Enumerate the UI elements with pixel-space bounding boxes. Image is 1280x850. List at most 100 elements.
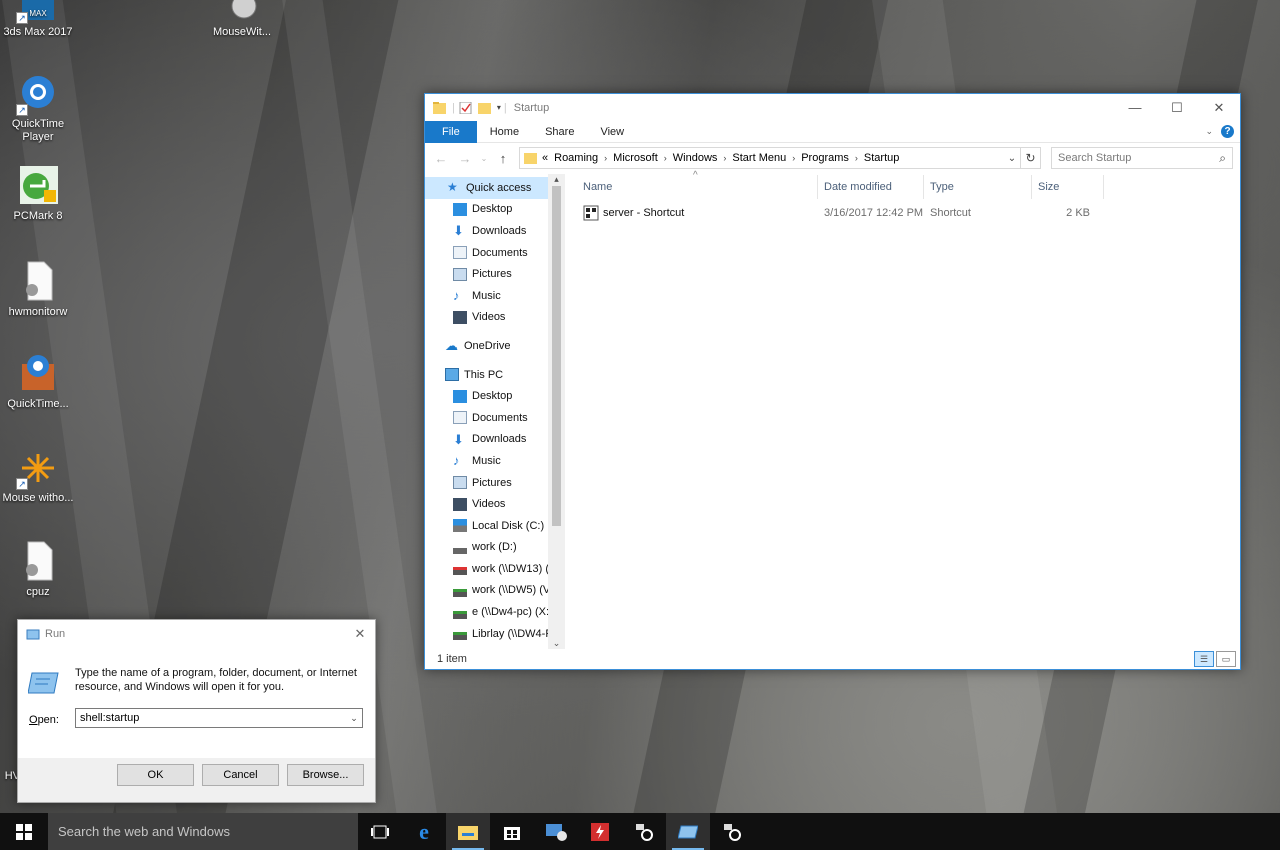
breadcrumb-startup[interactable]: Startup [864, 152, 899, 164]
forward-icon[interactable]: → [455, 151, 475, 166]
desktop-icon-hwmonitor[interactable]: hwmonitorw [0, 260, 76, 319]
nav-quick-documents[interactable]: Documents 📌︎ [425, 242, 565, 264]
close-button[interactable]: ✕ [1198, 94, 1240, 121]
nav-pc-downloads[interactable]: ⬇ Downloads [425, 429, 565, 451]
nav-quick-music[interactable]: ♪ Music [425, 285, 565, 307]
nav-pc-music[interactable]: ♪ Music [425, 450, 565, 472]
nav-quick-pictures[interactable]: Pictures 📌︎ [425, 263, 565, 285]
nav-this-pc[interactable]: This PC [425, 364, 565, 386]
nav-pc-desktop[interactable]: Desktop [425, 385, 565, 407]
chevron-right-icon[interactable]: › [664, 153, 667, 163]
nav-pc-videos[interactable]: Videos [425, 493, 565, 515]
scroll-up-icon[interactable]: ▴ [548, 174, 565, 185]
chevron-right-icon[interactable]: › [604, 153, 607, 163]
back-icon[interactable]: ← [431, 151, 451, 166]
breadcrumb-microsoft[interactable]: Microsoft [613, 152, 658, 164]
column-name[interactable]: Name [565, 175, 818, 199]
nav-onedrive[interactable]: ☁ OneDrive [425, 335, 565, 357]
browse-button[interactable]: Browse... [287, 764, 364, 786]
explorer-window[interactable]: | ▾ | Startup — ☐ ✕ File Home Share View… [424, 93, 1241, 670]
new-folder-icon[interactable] [477, 102, 491, 114]
desktop-icon-3dsmax[interactable]: MAX ↗ 3ds Max 2017 [0, 0, 76, 39]
taskbar-file-explorer[interactable] [446, 813, 490, 850]
desktop-icon-quicktime-installer[interactable]: QuickTime... [0, 352, 76, 411]
title-bar[interactable]: | ▾ | Startup — ☐ ✕ [425, 94, 1240, 121]
nav-work-d[interactable]: work (D:) [425, 537, 565, 559]
taskbar-search-input[interactable]: Search the web and Windows [48, 813, 358, 850]
expand-ribbon-icon[interactable]: ⌄ [1205, 126, 1213, 137]
open-input[interactable]: shell:startup ⌄ [75, 708, 363, 728]
recent-locations-icon[interactable]: ⌄ [479, 154, 489, 163]
run-dialog[interactable]: Run ✕ Type the name of a program, folder… [17, 619, 376, 803]
search-input[interactable]: Search Startup ⌕ [1051, 147, 1233, 169]
desktop-icon-mousewit[interactable]: MouseWit... [204, 0, 280, 39]
navigation-bar: ← → ⌄ ↑ « Roaming › Microsoft › Windows › S… [425, 143, 1240, 173]
chevron-down-icon[interactable]: ⌄ [1004, 153, 1020, 164]
column-size[interactable]: Size [1032, 175, 1104, 199]
nav-scrollbar[interactable]: ▴ ⌄ [548, 174, 565, 649]
nav-quick-videos[interactable]: Videos [425, 307, 565, 329]
breadcrumb-windows[interactable]: Windows [673, 152, 718, 164]
nav-work-dw5[interactable]: work (\\DW5) (V [425, 580, 565, 602]
breadcrumb-programs[interactable]: Programs [801, 152, 849, 164]
nav-pc-documents[interactable]: Documents [425, 407, 565, 429]
column-date-modified[interactable]: Date modified [818, 175, 924, 199]
column-type[interactable]: Type [924, 175, 1032, 199]
documents-icon [453, 246, 467, 260]
nav-work-dw13[interactable]: work (\\DW13) ( [425, 558, 565, 580]
breadcrumb-overflow[interactable]: « [542, 152, 548, 164]
start-button[interactable] [0, 813, 48, 850]
minimize-button[interactable]: — [1114, 94, 1156, 121]
chevron-right-icon[interactable]: › [792, 153, 795, 163]
customize-toolbar-icon[interactable]: ▾ [497, 103, 501, 112]
nav-e-dw4pc[interactable]: e (\\Dw4-pc) (X: [425, 601, 565, 623]
taskbar-red-app[interactable] [578, 813, 622, 850]
chevron-right-icon[interactable]: › [855, 153, 858, 163]
nav-label: Pictures [472, 268, 512, 281]
taskbar-settings-app[interactable] [622, 813, 666, 850]
chevron-down-icon[interactable]: ⌄ [346, 713, 362, 724]
scroll-thumb[interactable] [552, 186, 561, 526]
nav-label: Downloads [472, 224, 527, 237]
tab-home[interactable]: Home [477, 121, 532, 143]
nav-local-disk-c[interactable]: Local Disk (C:) [425, 515, 565, 537]
large-icons-view-icon[interactable]: ▭ [1216, 651, 1236, 667]
up-icon[interactable]: ↑ [493, 151, 513, 166]
scroll-down-icon[interactable]: ⌄ [548, 638, 565, 649]
ok-button[interactable]: OK [117, 764, 194, 786]
breadcrumb-start-menu[interactable]: Start Menu [732, 152, 786, 164]
nav-quick-downloads[interactable]: ⬇ Downloads 📌︎ [425, 220, 565, 242]
tab-view[interactable]: View [587, 121, 637, 143]
close-icon[interactable]: ✕ [345, 626, 375, 642]
desktop-icon-cpuz[interactable]: cpuz [0, 540, 76, 599]
properties-icon[interactable] [459, 101, 472, 114]
network-drive-icon [453, 583, 467, 597]
taskbar-edge[interactable]: e [402, 813, 446, 850]
desktop-icon-quicktime[interactable]: ↗ QuickTime Player [0, 72, 76, 144]
maximize-button[interactable]: ☐ [1156, 94, 1198, 121]
chevron-right-icon[interactable]: › [723, 153, 726, 163]
breadcrumb-roaming[interactable]: Roaming [554, 152, 598, 164]
help-icon[interactable]: ? [1221, 125, 1234, 138]
tab-file[interactable]: File [425, 120, 477, 143]
desktop-icon-mouse-without[interactable]: ↗ Mouse witho... [0, 446, 76, 505]
nav-librlay[interactable]: Librlay (\\DW4-F [425, 623, 565, 645]
desktop-icon-label: Mouse witho... [2, 492, 74, 504]
nav-pc-pictures[interactable]: Pictures [425, 472, 565, 494]
task-view-button[interactable] [358, 813, 402, 850]
refresh-icon[interactable]: ↻ [1020, 148, 1040, 168]
taskbar-store[interactable] [490, 813, 534, 850]
taskbar-network-app[interactable] [534, 813, 578, 850]
file-row[interactable]: server - Shortcut 3/16/2017 12:42 PM Sho… [565, 201, 1240, 225]
desktop-icon-pcmark[interactable]: PCMark 8 [0, 164, 76, 223]
desktop-icon-label: PCMark 8 [13, 210, 63, 222]
tab-share[interactable]: Share [532, 121, 587, 143]
taskbar-run[interactable] [666, 813, 710, 850]
run-title-bar[interactable]: Run ✕ [18, 620, 375, 647]
address-bar[interactable]: « Roaming › Microsoft › Windows › Start Men… [519, 147, 1041, 169]
cancel-button[interactable]: Cancel [202, 764, 279, 786]
details-view-icon[interactable]: ☰ [1194, 651, 1214, 667]
taskbar-monitor-app[interactable] [710, 813, 754, 850]
nav-quick-access[interactable]: ★ Quick access [425, 177, 565, 199]
nav-quick-desktop[interactable]: Desktop 📌︎ [425, 199, 565, 221]
